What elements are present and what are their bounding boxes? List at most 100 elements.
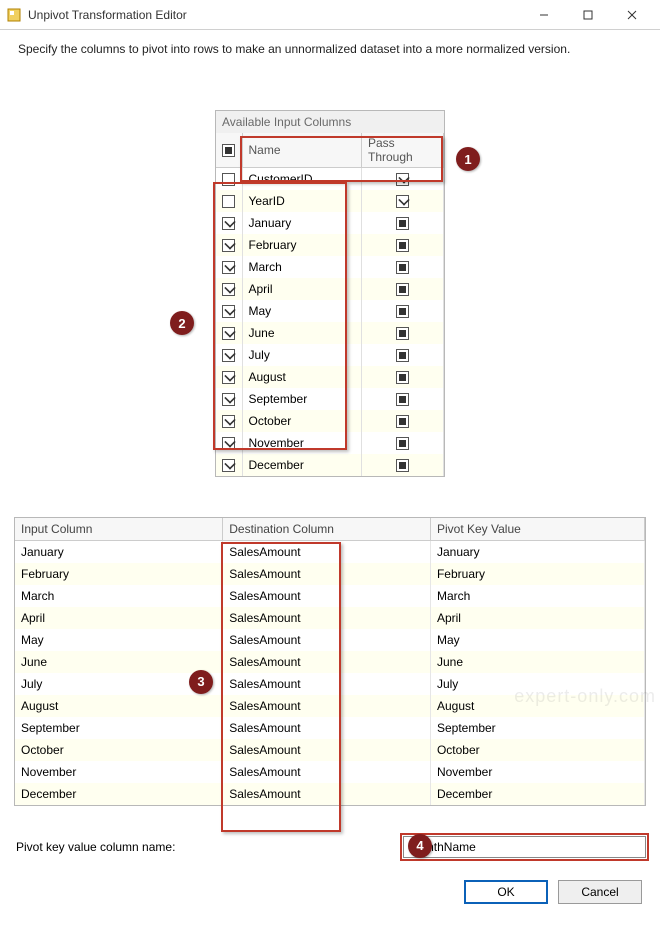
available-row-checkbox[interactable] — [216, 190, 242, 212]
ok-button[interactable]: OK — [464, 880, 548, 904]
available-row-passthrough[interactable] — [362, 300, 444, 322]
available-row-passthrough[interactable] — [362, 344, 444, 366]
mapping-pkv-cell[interactable]: March — [430, 585, 644, 607]
mapping-input-cell[interactable]: August — [15, 695, 223, 717]
available-row: January — [216, 212, 444, 234]
mapping-input-cell[interactable]: June — [15, 651, 223, 673]
maximize-button[interactable] — [566, 0, 610, 30]
available-row-passthrough[interactable] — [362, 212, 444, 234]
mapping-dest-cell[interactable]: SalesAmount — [223, 563, 431, 585]
available-row-name[interactable]: December — [242, 454, 362, 476]
available-row-checkbox[interactable] — [216, 168, 242, 190]
mapping-input-cell[interactable]: November — [15, 761, 223, 783]
available-row-name[interactable]: October — [242, 410, 362, 432]
available-row-name[interactable]: November — [242, 432, 362, 454]
available-row-checkbox[interactable] — [216, 300, 242, 322]
available-row-checkbox[interactable] — [216, 388, 242, 410]
mapping-input-cell[interactable]: January — [15, 540, 223, 563]
available-row-checkbox[interactable] — [216, 366, 242, 388]
available-row-name[interactable]: CustomerID — [242, 168, 362, 190]
available-row-checkbox[interactable] — [216, 432, 242, 454]
mapping-pkv-cell[interactable]: October — [430, 739, 644, 761]
available-row-passthrough[interactable] — [362, 432, 444, 454]
available-row-checkbox[interactable] — [216, 410, 242, 432]
pivot-key-value-input[interactable] — [403, 836, 646, 858]
available-row-passthrough[interactable] — [362, 410, 444, 432]
mapping-header-pkv: Pivot Key Value — [430, 518, 644, 541]
available-row-name[interactable]: February — [242, 234, 362, 256]
available-row-passthrough[interactable] — [362, 190, 444, 212]
available-row: October — [216, 410, 444, 432]
mapping-dest-cell[interactable]: SalesAmount — [223, 783, 431, 805]
mapping-dest-cell[interactable]: SalesAmount — [223, 585, 431, 607]
mapping-input-cell[interactable]: March — [15, 585, 223, 607]
mapping-dest-cell[interactable]: SalesAmount — [223, 673, 431, 695]
mapping-dest-cell[interactable]: SalesAmount — [223, 540, 431, 563]
available-row-name[interactable]: September — [242, 388, 362, 410]
mapping-dest-cell[interactable]: SalesAmount — [223, 739, 431, 761]
available-row-passthrough[interactable] — [362, 278, 444, 300]
mapping-dest-cell[interactable]: SalesAmount — [223, 717, 431, 739]
mapping-input-cell[interactable]: February — [15, 563, 223, 585]
mapping-grid: Input Column Destination Column Pivot Ke… — [14, 517, 646, 806]
available-row-passthrough[interactable] — [362, 388, 444, 410]
available-row: May — [216, 300, 444, 322]
mapping-pkv-cell[interactable]: August — [430, 695, 644, 717]
mapping-input-cell[interactable]: July — [15, 673, 223, 695]
callout-1: 1 — [456, 147, 480, 171]
available-row-passthrough[interactable] — [362, 234, 444, 256]
mapping-dest-cell[interactable]: SalesAmount — [223, 651, 431, 673]
available-row-checkbox[interactable] — [216, 234, 242, 256]
available-row-checkbox[interactable] — [216, 344, 242, 366]
mapping-pkv-cell[interactable]: July — [430, 673, 644, 695]
mapping-pkv-cell[interactable]: May — [430, 629, 644, 651]
mapping-input-cell[interactable]: September — [15, 717, 223, 739]
mapping-input-cell[interactable]: December — [15, 783, 223, 805]
minimize-button[interactable] — [522, 0, 566, 30]
window-title: Unpivot Transformation Editor — [28, 8, 522, 22]
available-row: August — [216, 366, 444, 388]
mapping-pkv-cell[interactable]: January — [430, 540, 644, 563]
mapping-input-cell[interactable]: May — [15, 629, 223, 651]
available-row-name[interactable]: January — [242, 212, 362, 234]
available-row-checkbox[interactable] — [216, 278, 242, 300]
available-row-checkbox[interactable] — [216, 256, 242, 278]
mapping-input-cell[interactable]: October — [15, 739, 223, 761]
dialog-buttons: OK Cancel — [14, 880, 646, 904]
mapping-row: JulySalesAmountJuly — [15, 673, 645, 695]
close-button[interactable] — [610, 0, 654, 30]
mapping-pkv-cell[interactable]: December — [430, 783, 644, 805]
available-row-name[interactable]: June — [242, 322, 362, 344]
mapping-dest-cell[interactable]: SalesAmount — [223, 695, 431, 717]
mapping-dest-cell[interactable]: SalesAmount — [223, 761, 431, 783]
available-row-name[interactable]: YearID — [242, 190, 362, 212]
available-row-checkbox[interactable] — [216, 212, 242, 234]
available-row-name[interactable]: May — [242, 300, 362, 322]
mapping-pkv-cell[interactable]: April — [430, 607, 644, 629]
available-row-passthrough[interactable] — [362, 256, 444, 278]
available-row-name[interactable]: August — [242, 366, 362, 388]
mapping-pkv-cell[interactable]: September — [430, 717, 644, 739]
available-row-passthrough[interactable] — [362, 168, 444, 190]
available-row-name[interactable]: July — [242, 344, 362, 366]
mapping-header-input: Input Column — [15, 518, 223, 541]
mapping-dest-cell[interactable]: SalesAmount — [223, 607, 431, 629]
select-all-header[interactable] — [216, 133, 242, 168]
available-row-passthrough[interactable] — [362, 454, 444, 476]
available-input-columns-panel: Available Input Columns Name Pass Throug… — [215, 110, 445, 477]
cancel-button[interactable]: Cancel — [558, 880, 642, 904]
mapping-row: JuneSalesAmountJune — [15, 651, 645, 673]
mapping-pkv-cell[interactable]: June — [430, 651, 644, 673]
available-row-name[interactable]: April — [242, 278, 362, 300]
available-row: CustomerID — [216, 168, 444, 190]
mapping-input-cell[interactable]: April — [15, 607, 223, 629]
available-row-checkbox[interactable] — [216, 322, 242, 344]
available-row: June — [216, 322, 444, 344]
available-row-passthrough[interactable] — [362, 366, 444, 388]
mapping-pkv-cell[interactable]: November — [430, 761, 644, 783]
available-row-checkbox[interactable] — [216, 454, 242, 476]
available-row-name[interactable]: March — [242, 256, 362, 278]
mapping-pkv-cell[interactable]: February — [430, 563, 644, 585]
mapping-dest-cell[interactable]: SalesAmount — [223, 629, 431, 651]
available-row-passthrough[interactable] — [362, 322, 444, 344]
